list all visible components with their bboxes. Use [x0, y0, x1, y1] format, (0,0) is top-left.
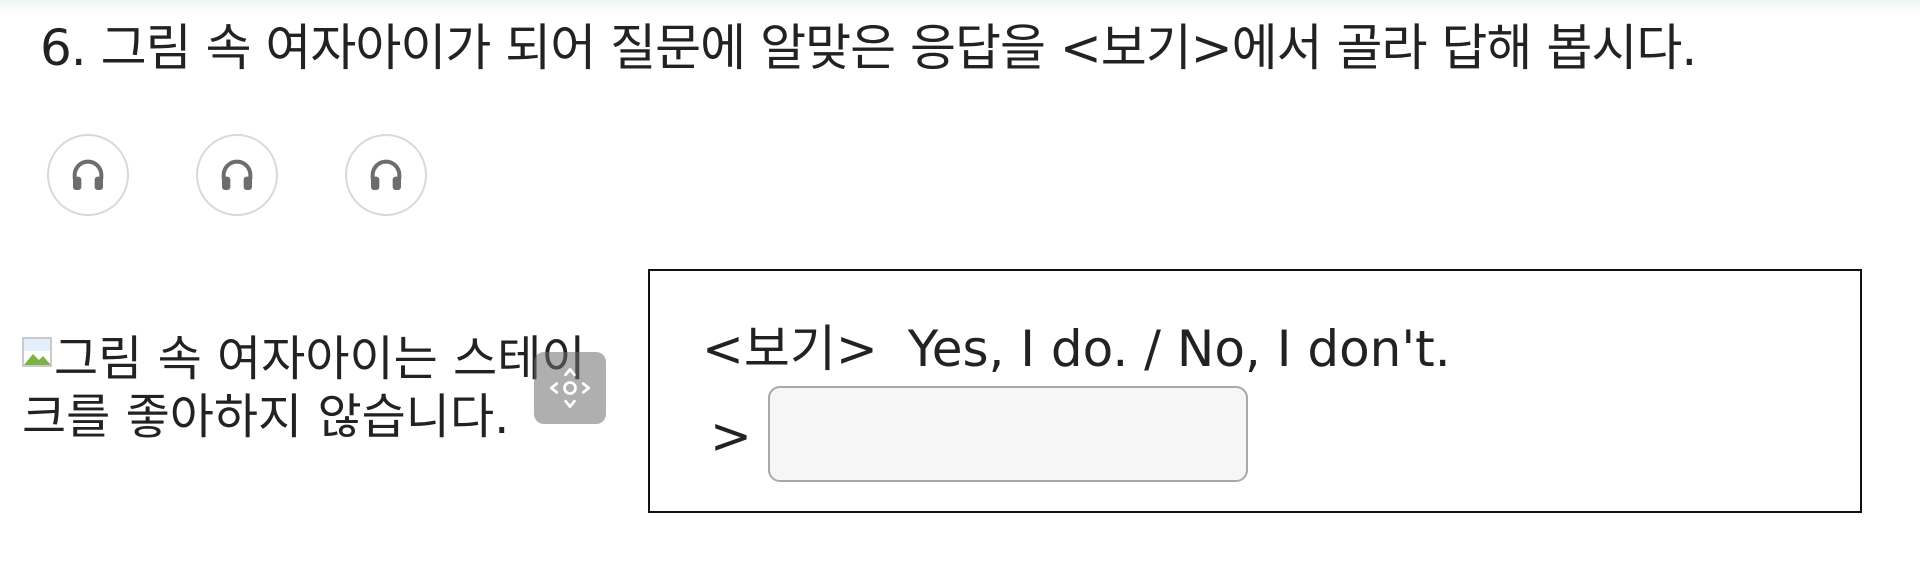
picture-alt-label: 그림 속 여자아이는 스테이크를 좋아하지 않습니다.: [22, 331, 586, 445]
bogi-options-text: Yes, I do. / No, I don't.: [907, 320, 1451, 378]
bogi-label: <보기>: [702, 320, 878, 378]
broken-image-icon: [22, 337, 52, 367]
answer-marker: >: [710, 407, 752, 465]
headphones-icon: [370, 159, 402, 190]
headphones-icon: [221, 159, 253, 190]
question-title: 6. 그림 속 여자아이가 되어 질문에 알맞은 응답을 <보기>에서 골라 답…: [40, 19, 1697, 77]
audio-play-button-1[interactable]: [47, 134, 129, 216]
move-arrows-icon: [549, 367, 591, 409]
audio-play-button-2[interactable]: [196, 134, 278, 216]
answer-input[interactable]: [768, 386, 1248, 482]
audio-play-button-3[interactable]: [345, 134, 427, 216]
move-handle[interactable]: [534, 352, 606, 424]
bogi-box: <보기> Yes, I do. / No, I don't. >: [648, 269, 1862, 513]
bogi-options-line: <보기> Yes, I do. / No, I don't.: [702, 309, 1451, 381]
headphones-icon: [72, 159, 104, 190]
picture-alt-text: 그림 속 여자아이는 스테이크를 좋아하지 않습니다.: [22, 330, 612, 446]
